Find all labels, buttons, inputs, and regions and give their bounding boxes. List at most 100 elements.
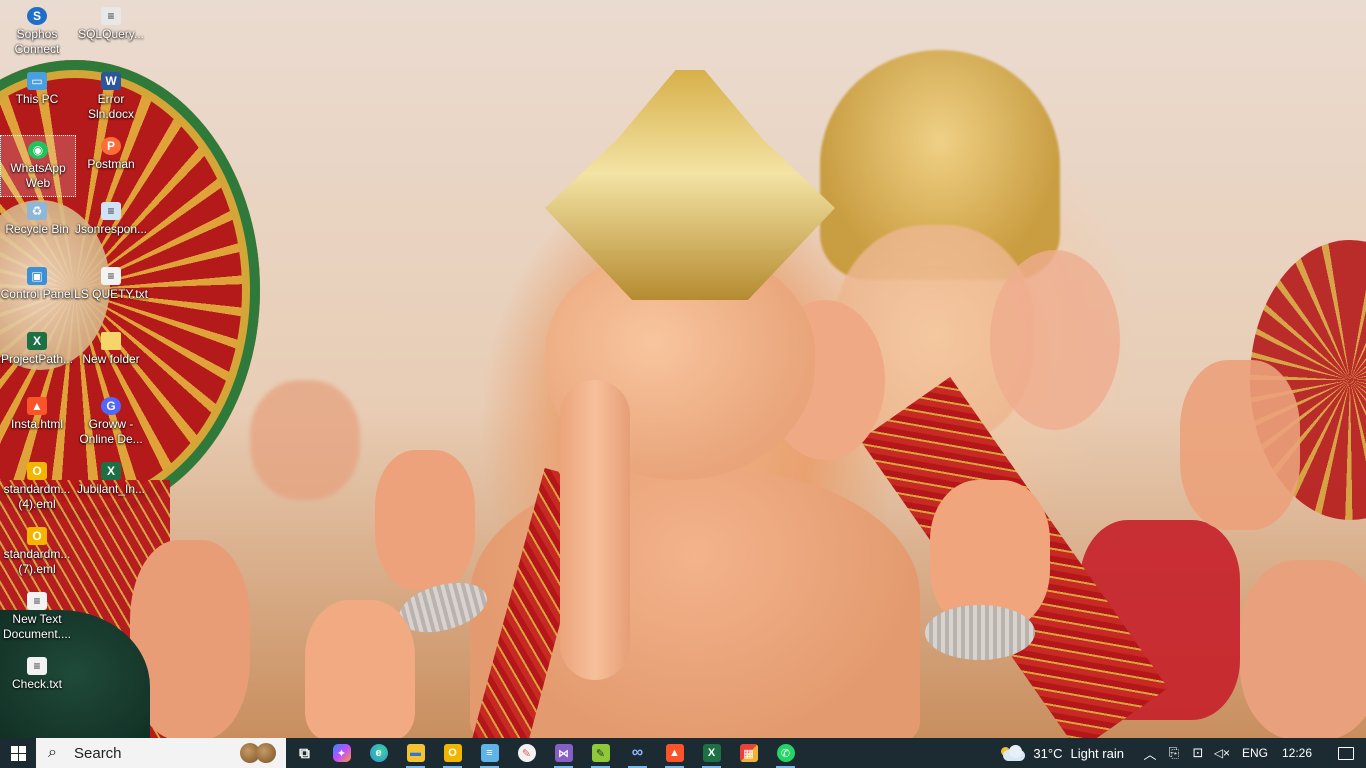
- desktop-icon-insta-html[interactable]: ▲ Insta.html: [0, 392, 74, 452]
- file-explorer-icon: ▬: [406, 744, 425, 762]
- text-file-icon: ≡: [101, 267, 121, 285]
- brave-button[interactable]: ▲: [656, 738, 693, 768]
- desktop-wallpaper: S Sophos Connect ≡ SQLQuery... ▭ This PC…: [0, 0, 1366, 738]
- excel-button[interactable]: X: [693, 738, 730, 768]
- volume-muted-icon: ◁×: [1213, 746, 1231, 760]
- network-button[interactable]: ⊡: [1186, 738, 1210, 768]
- desktop-icon-sophos-connect[interactable]: S Sophos Connect: [0, 2, 74, 62]
- paint-icon: ✎: [517, 744, 536, 762]
- excel-icon: X: [702, 744, 721, 762]
- desktop-icon-whatsapp-web[interactable]: ◉ WhatsApp Web: [0, 135, 76, 197]
- grid-app-button[interactable]: ▦: [730, 738, 767, 768]
- desktop-icon-postman[interactable]: P Postman: [74, 132, 148, 192]
- word-doc-icon: W: [101, 72, 121, 90]
- sql-file-icon: ≡: [101, 7, 121, 25]
- wallpaper-idol-bangle-right: [925, 605, 1035, 660]
- edge-button[interactable]: e: [360, 738, 397, 768]
- task-view-button[interactable]: ⧉: [286, 738, 323, 768]
- infinity-icon: ∞: [631, 744, 644, 761]
- file-explorer-button[interactable]: ▬: [397, 738, 434, 768]
- recycle-bin-icon: ♻: [27, 202, 47, 220]
- desktop-icon-recycle-bin[interactable]: ♻ Recycle Bin: [0, 197, 74, 257]
- control-panel-icon: ▣: [27, 267, 47, 285]
- volume-button[interactable]: ◁×: [1210, 738, 1234, 768]
- taskbar-search-box[interactable]: ⌕ Search: [36, 738, 286, 768]
- whatsapp-web-icon: ◉: [28, 141, 48, 159]
- notepad-plus-icon: ✎: [591, 744, 610, 762]
- whatsapp-icon: ✆: [776, 744, 795, 762]
- desktop-icon-sqlquery[interactable]: ≡ SQLQuery...: [74, 2, 148, 62]
- outlook-eml-icon: O: [27, 462, 47, 480]
- text-file-icon: ≡: [27, 592, 47, 610]
- infinity-app-button[interactable]: ∞: [619, 738, 656, 768]
- wallpaper-right-body: [1240, 560, 1366, 738]
- copilot-icon: ✦: [332, 744, 351, 762]
- meet-now-button[interactable]: ⎘: [1162, 738, 1186, 768]
- notification-center-button[interactable]: [1326, 738, 1366, 768]
- visual-studio-button[interactable]: ⋈: [545, 738, 582, 768]
- edge-browser-icon: e: [369, 744, 388, 762]
- weather-widget[interactable]: 31°C Light rain: [1001, 744, 1124, 762]
- whatsapp-button[interactable]: ✆: [767, 738, 804, 768]
- wallpaper-right-hand: [1180, 360, 1300, 530]
- postman-icon: P: [101, 137, 121, 155]
- desktop-icon-standardm-4[interactable]: O standardm... (4).eml: [0, 457, 74, 517]
- brave-html-icon: ▲: [27, 397, 47, 415]
- excel-file-icon: X: [27, 332, 47, 350]
- windows-logo-icon: [10, 745, 26, 761]
- computer-icon: ▭: [27, 72, 47, 90]
- brave-browser-icon: ▲: [665, 744, 684, 762]
- start-button[interactable]: [0, 738, 36, 768]
- desktop-icon-ls-quety[interactable]: ≡ LS QUETY.txt: [74, 262, 148, 322]
- wallpaper-idol-crown: [545, 70, 835, 300]
- network-icon: ⊡: [1192, 745, 1204, 760]
- clock[interactable]: 12:26: [1282, 746, 1312, 760]
- search-highlight-coconut-icon: [238, 742, 280, 764]
- task-view-icon: ⧉: [299, 744, 310, 762]
- notepad-plus-button[interactable]: ✎: [582, 738, 619, 768]
- weather-temp: 31°C: [1033, 745, 1063, 761]
- groww-icon: G: [101, 397, 121, 415]
- notification-icon: [1338, 746, 1354, 760]
- visual-studio-icon: ⋈: [554, 744, 573, 762]
- desktop-icon-check-txt[interactable]: ≡ Check.txt: [0, 652, 74, 712]
- desktop-icon-groww[interactable]: G Groww - Online De...: [74, 392, 148, 452]
- search-icon: ⌕: [48, 744, 57, 761]
- show-hidden-icons-button[interactable]: ︿: [1138, 738, 1162, 768]
- sophos-connect-icon: S: [27, 7, 47, 25]
- wallpaper-rear-ear: [990, 250, 1120, 430]
- desktop-icon-control-panel[interactable]: ▣ Control Panel: [0, 262, 74, 322]
- system-tray: 31°C Light rain ︿ ⎘ ⊡ ◁× ENG 12:26: [1001, 738, 1366, 768]
- wallpaper-blur-arm: [250, 380, 360, 500]
- excel-file-icon: X: [101, 462, 121, 480]
- input-language-indicator[interactable]: ENG: [1242, 746, 1268, 760]
- search-placeholder: Search: [74, 744, 122, 762]
- wallpaper-idol-hand-upper-left: [375, 450, 475, 590]
- desktop-icon-new-folder[interactable]: New folder: [74, 327, 148, 387]
- outlook-button[interactable]: O: [434, 738, 471, 768]
- desktop-icon-error-sln[interactable]: W Error Sln.docx: [74, 67, 148, 127]
- outlook-eml-icon: O: [27, 527, 47, 545]
- wallpaper-idol-hand-lower-left: [305, 600, 415, 738]
- paint-button[interactable]: ✎: [508, 738, 545, 768]
- desktop-icon-jsonresponse[interactable]: ≡ Jsonrespon...: [74, 197, 148, 257]
- desktop-icon-standardm-7[interactable]: O standardm... (7).eml: [0, 522, 74, 582]
- weather-condition: Light rain: [1070, 745, 1124, 761]
- text-file-icon: ≡: [101, 202, 121, 220]
- taskbar: ⌕ Search ⧉ ✦ e ▬ O ≡ ✎ ⋈ ✎ ∞ ▲ X ▦ ✆ 31°…: [0, 738, 1366, 768]
- meet-now-icon: ⎘: [1168, 745, 1180, 760]
- folder-icon: [101, 332, 121, 350]
- grid-app-icon: ▦: [739, 744, 758, 762]
- outlook-icon: O: [443, 744, 462, 762]
- desktop-icon-new-text-document[interactable]: ≡ New Text Document....: [0, 587, 74, 647]
- desktop-icon-jubilant[interactable]: X Jubilant_In...: [74, 457, 148, 517]
- wallpaper-idol-trunk: [560, 380, 630, 680]
- chevron-up-icon: ︿: [1143, 746, 1157, 762]
- notepad-icon: ≡: [480, 744, 499, 762]
- desktop-icon-this-pc[interactable]: ▭ This PC: [0, 67, 74, 127]
- notepad-button[interactable]: ≡: [471, 738, 508, 768]
- weather-cloud-icon: [1001, 744, 1027, 762]
- text-file-icon: ≡: [27, 657, 47, 675]
- copilot-button[interactable]: ✦: [323, 738, 360, 768]
- desktop-icon-projectpath[interactable]: X ProjectPath...: [0, 327, 74, 387]
